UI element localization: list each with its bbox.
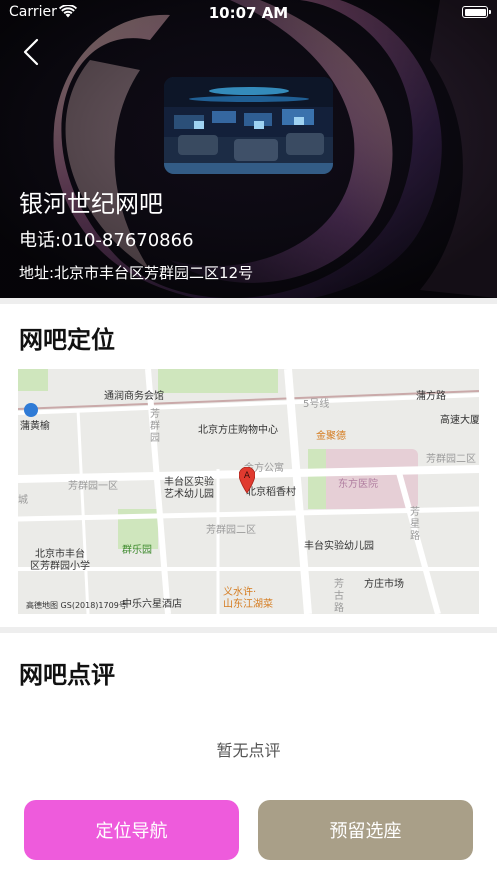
cafe-phone: 电话:010-87670866 — [19, 230, 194, 251]
empty-review-text: 暂无点评 — [216, 741, 281, 760]
map-label: 芳群园二区 — [206, 525, 256, 536]
map-label: 芳群园一区 — [68, 481, 118, 492]
map-label: 芳古路 — [334, 579, 344, 614]
map-label: 通润商务会馆 — [104, 391, 164, 402]
cafe-photo — [164, 77, 333, 174]
map-pin-icon[interactable]: A — [239, 467, 255, 493]
cafe-address: 地址:北京市丰台区芳群园二区12号 — [19, 264, 254, 282]
map-label: 丰台实验幼儿园 — [304, 541, 374, 552]
location-map[interactable]: 通润商务会馆 蒲黄榆 芳 群 园 北京方庄购物中心 金聚德 蒲方路 高速大厦 5… — [18, 369, 479, 614]
map-label: 芳星路 — [410, 507, 420, 542]
map-label: 东方医院 — [338, 479, 378, 490]
map-label: 高速大厦 — [440, 415, 479, 426]
map-label: 蒲黄榆 — [20, 421, 50, 432]
map-pin-letter: A — [244, 471, 251, 481]
map-label: 中乐六星酒店 — [122, 599, 182, 610]
section-divider — [0, 627, 497, 633]
back-button[interactable] — [14, 34, 50, 70]
section-divider — [0, 298, 497, 304]
map-label: 北京市丰台 区芳群园小学 — [30, 549, 90, 572]
map-label: 芳 群 园 — [150, 409, 160, 444]
map-label: 金聚德 — [316, 431, 346, 442]
map-label: 蒲方路 — [416, 391, 446, 402]
map-label: 5号线 — [303, 399, 330, 410]
location-section-title: 网吧定位 — [19, 326, 115, 354]
map-label: 方庄市场 — [364, 579, 404, 590]
status-bar: Carrier 10:07 AM — [0, 0, 497, 26]
chevron-left-icon — [23, 38, 39, 66]
map-label: 北京方庄购物中心 — [198, 425, 278, 436]
hero-header: Carrier 10:07 AM 银河世纪网吧 电话:010-87670866 … — [0, 0, 497, 298]
map-label: 丰台区实验 艺术幼儿园 — [164, 477, 214, 500]
status-time: 10:07 AM — [208, 4, 289, 22]
map-label: 城 — [18, 495, 28, 506]
navigate-button[interactable]: 定位导航 — [24, 800, 239, 860]
reserve-seat-button[interactable]: 预留选座 — [258, 800, 473, 860]
cafe-name: 银河世纪网吧 — [19, 190, 163, 218]
map-label: 芳群园二区 — [426, 454, 476, 465]
map-label: 义水许· 山东江湖菜 — [223, 587, 273, 610]
review-section-title: 网吧点评 — [19, 661, 115, 689]
map-label: 群乐园 — [122, 545, 152, 556]
map-attribution: 高德地图 GS(2018)1709号 — [26, 601, 127, 610]
battery-icon — [462, 6, 491, 18]
